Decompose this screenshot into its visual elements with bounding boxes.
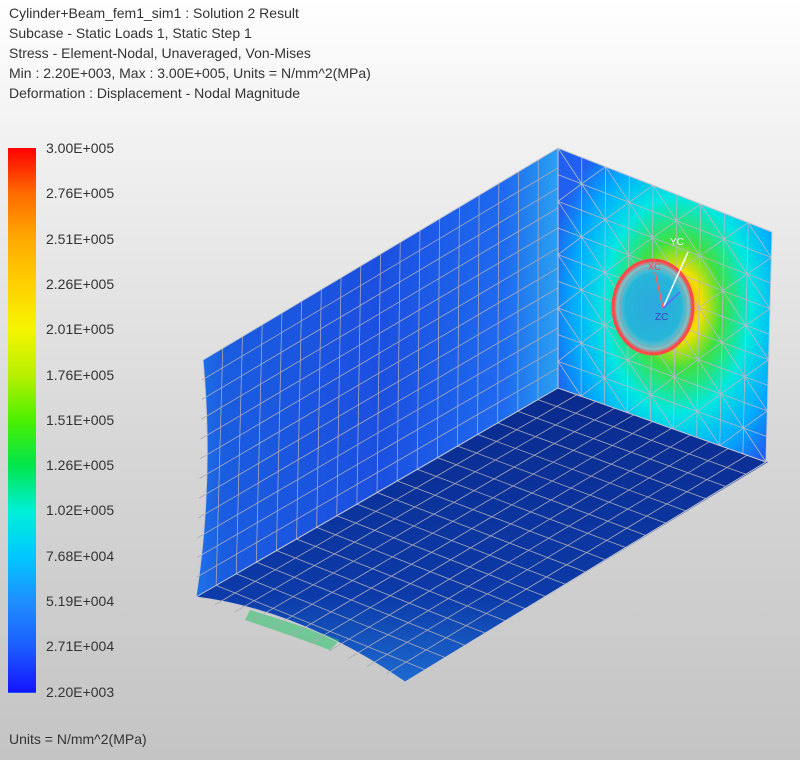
units-footer: Units = N/mm^2(MPa): [9, 731, 147, 747]
axis-label-zc: ZC: [655, 312, 668, 323]
fem-model-viewport[interactable]: YC ZC XC: [0, 0, 800, 760]
axis-label-yc: YC: [670, 237, 684, 248]
axis-label-xc: XC: [648, 262, 661, 272]
cylinder-hole: [611, 258, 695, 356]
